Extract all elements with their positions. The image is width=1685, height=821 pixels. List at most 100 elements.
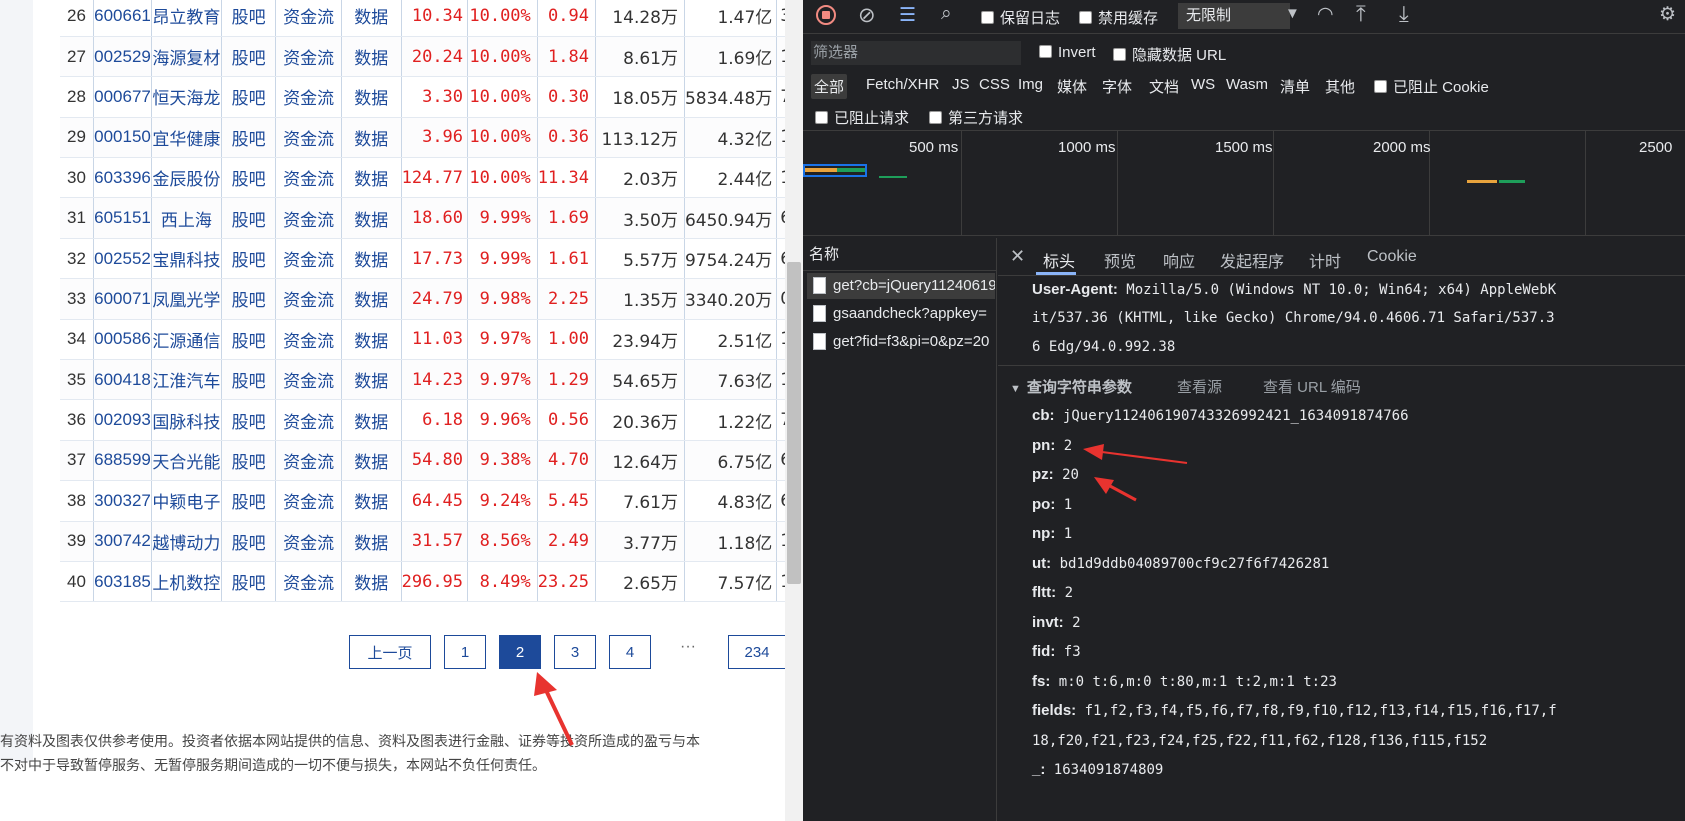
fund-flow-link[interactable]: 资金流 bbox=[275, 521, 342, 562]
throttling-select[interactable]: 无限制 bbox=[1178, 3, 1290, 29]
type-filter-9[interactable]: Wasm bbox=[1223, 74, 1271, 95]
type-filter-3[interactable]: CSS bbox=[976, 74, 1013, 95]
fund-flow-link[interactable]: 资金流 bbox=[275, 157, 342, 199]
guba-link[interactable]: 股吧 bbox=[221, 238, 277, 280]
data-link[interactable]: 数据 bbox=[341, 399, 402, 441]
stock-code-link[interactable]: 002552 bbox=[93, 238, 152, 280]
chevron-down-icon[interactable]: ▼ bbox=[1285, 5, 1300, 22]
stock-name-link[interactable]: 国脉科技 bbox=[151, 399, 222, 441]
guba-link[interactable]: 股吧 bbox=[221, 561, 277, 603]
stock-name-link[interactable]: 海源复材 bbox=[151, 36, 222, 78]
guba-link[interactable]: 股吧 bbox=[221, 521, 277, 562]
stock-code-link[interactable]: 000677 bbox=[93, 76, 152, 118]
type-filter-10[interactable]: 清单 bbox=[1277, 74, 1313, 99]
third-party-checkbox[interactable]: 第三方请求 bbox=[929, 107, 1023, 128]
stock-code-link[interactable]: 300327 bbox=[93, 480, 152, 522]
type-filter-2[interactable]: JS bbox=[949, 74, 973, 95]
fund-flow-link[interactable]: 资金流 bbox=[275, 0, 342, 37]
page-scrollbar-thumb[interactable] bbox=[787, 262, 801, 584]
guba-link[interactable]: 股吧 bbox=[221, 278, 277, 320]
type-filter-4[interactable]: Img bbox=[1015, 74, 1046, 95]
fund-flow-link[interactable]: 资金流 bbox=[275, 399, 342, 441]
stock-name-link[interactable]: 凤凰光学 bbox=[151, 278, 222, 320]
stock-name-link[interactable]: 恒天海龙 bbox=[151, 76, 222, 118]
stock-name-link[interactable]: 宜华健康 bbox=[151, 117, 222, 159]
guba-link[interactable]: 股吧 bbox=[221, 157, 277, 199]
data-link[interactable]: 数据 bbox=[341, 440, 402, 482]
stock-code-link[interactable]: 300742 bbox=[93, 521, 152, 562]
last-page-button[interactable]: 234 bbox=[728, 635, 786, 669]
request-row[interactable]: get?fid=f3&pi=0&pz=20 bbox=[807, 329, 995, 355]
stock-code-link[interactable]: 603396 bbox=[93, 157, 152, 199]
settings-gear-icon[interactable]: ⚙ bbox=[1659, 3, 1676, 26]
type-filter-8[interactable]: WS bbox=[1188, 74, 1218, 95]
stock-name-link[interactable]: 天合光能 bbox=[151, 440, 222, 482]
stock-code-link[interactable]: 600418 bbox=[93, 359, 152, 401]
data-link[interactable]: 数据 bbox=[341, 36, 402, 78]
data-link[interactable]: 数据 bbox=[341, 157, 402, 199]
view-source-link[interactable]: 查看源 bbox=[1177, 376, 1222, 397]
type-filter-11[interactable]: 其他 bbox=[1322, 74, 1358, 99]
stock-code-link[interactable]: 605151 bbox=[93, 197, 152, 239]
fund-flow-link[interactable]: 资金流 bbox=[275, 319, 342, 361]
prev-page-button[interactable]: 上一页 bbox=[349, 635, 431, 669]
guba-link[interactable]: 股吧 bbox=[221, 0, 277, 37]
stock-name-link[interactable]: 西上海 bbox=[151, 197, 222, 239]
data-link[interactable]: 数据 bbox=[341, 76, 402, 118]
preserve-log-checkbox[interactable]: 保留日志 bbox=[981, 7, 1060, 28]
close-icon[interactable]: ✕ bbox=[1010, 246, 1025, 267]
stop-recording-icon[interactable] bbox=[816, 5, 836, 25]
fund-flow-link[interactable]: 资金流 bbox=[275, 117, 342, 159]
fund-flow-link[interactable]: 资金流 bbox=[275, 359, 342, 401]
type-filter-7[interactable]: 文档 bbox=[1146, 74, 1182, 99]
fund-flow-link[interactable]: 资金流 bbox=[275, 561, 342, 603]
guba-link[interactable]: 股吧 bbox=[221, 117, 277, 159]
view-url-encoded-link[interactable]: 查看 URL 编码 bbox=[1263, 376, 1361, 397]
stock-code-link[interactable]: 600661 bbox=[93, 0, 152, 37]
stock-name-link[interactable]: 汇源通信 bbox=[151, 319, 222, 361]
stock-name-link[interactable]: 金辰股份 bbox=[151, 157, 222, 199]
stock-code-link[interactable]: 600071 bbox=[93, 278, 152, 320]
stock-code-link[interactable]: 000586 bbox=[93, 319, 152, 361]
data-link[interactable]: 数据 bbox=[341, 319, 402, 361]
guba-link[interactable]: 股吧 bbox=[221, 76, 277, 118]
stock-code-link[interactable]: 688599 bbox=[93, 440, 152, 482]
fund-flow-link[interactable]: 资金流 bbox=[275, 278, 342, 320]
query-params-section-header[interactable]: ▼ 查询字符串参数 bbox=[1010, 376, 1132, 397]
tab-preview[interactable]: 预览 bbox=[1104, 248, 1136, 272]
stock-code-link[interactable]: 603185 bbox=[93, 561, 152, 603]
clear-icon[interactable]: ⊘ bbox=[858, 3, 876, 28]
type-filter-6[interactable]: 字体 bbox=[1099, 74, 1135, 99]
data-link[interactable]: 数据 bbox=[341, 359, 402, 401]
search-icon[interactable]: ⌕ bbox=[941, 3, 952, 25]
data-link[interactable]: 数据 bbox=[341, 238, 402, 280]
fund-flow-link[interactable]: 资金流 bbox=[275, 76, 342, 118]
guba-link[interactable]: 股吧 bbox=[221, 319, 277, 361]
import-har-icon[interactable]: ⤒ bbox=[1356, 1, 1366, 27]
tab-timing[interactable]: 计时 bbox=[1309, 248, 1341, 272]
tab-headers[interactable]: 标头 bbox=[1043, 248, 1075, 272]
data-link[interactable]: 数据 bbox=[341, 197, 402, 239]
request-row[interactable]: get?cb=jQuery112406190743326992421_16340… bbox=[807, 273, 995, 299]
page-2-button[interactable]: 2 bbox=[499, 635, 541, 669]
stock-code-link[interactable]: 000150 bbox=[93, 117, 152, 159]
data-link[interactable]: 数据 bbox=[341, 521, 402, 562]
filter-input[interactable]: 筛选器 bbox=[811, 41, 1021, 65]
name-column-header[interactable]: 名称 bbox=[803, 238, 997, 271]
stock-code-link[interactable]: 002529 bbox=[93, 36, 152, 78]
disable-cache-checkbox[interactable]: 禁用缓存 bbox=[1079, 7, 1158, 28]
guba-link[interactable]: 股吧 bbox=[221, 399, 277, 441]
guba-link[interactable]: 股吧 bbox=[221, 359, 277, 401]
type-filter-1[interactable]: Fetch/XHR bbox=[863, 74, 942, 95]
fund-flow-link[interactable]: 资金流 bbox=[275, 36, 342, 78]
type-filter-0[interactable]: 全部 bbox=[811, 74, 848, 99]
tab-cookies[interactable]: Cookie bbox=[1367, 248, 1417, 266]
data-link[interactable]: 数据 bbox=[341, 278, 402, 320]
data-link[interactable]: 数据 bbox=[341, 561, 402, 603]
stock-name-link[interactable]: 中颖电子 bbox=[151, 480, 222, 522]
stock-name-link[interactable]: 江淮汽车 bbox=[151, 359, 222, 401]
page-4-button[interactable]: 4 bbox=[609, 635, 651, 669]
stock-name-link[interactable]: 昂立教育 bbox=[151, 0, 222, 37]
fund-flow-link[interactable]: 资金流 bbox=[275, 440, 342, 482]
hide-data-urls-checkbox[interactable]: 隐藏数据 URL bbox=[1113, 44, 1226, 65]
